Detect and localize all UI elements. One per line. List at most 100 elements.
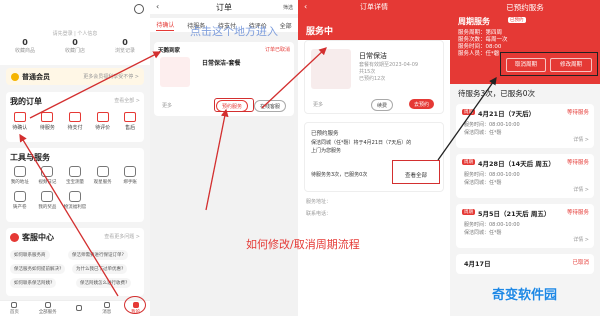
more-link[interactable]: 更多 (313, 101, 323, 108)
book-button[interactable]: 去预约 (409, 99, 435, 109)
member-benefits-link[interactable]: 更多会员福利享受不停 > (83, 73, 139, 80)
truck-icon (68, 191, 81, 202)
more-link[interactable]: 更多 (162, 102, 172, 109)
my-orders-title: 我的订单 (10, 97, 42, 106)
nav-center[interactable] (76, 305, 83, 312)
service-status: 服务中 (306, 27, 334, 37)
stat-favorite-stores[interactable]: 0 收藏门店 (65, 38, 85, 54)
view-all-orders-link[interactable]: 查看全部 > (114, 97, 140, 104)
cancelled-slot[interactable]: 4月17日 已取消 (456, 254, 594, 274)
filter-button[interactable]: 筛选 (283, 4, 293, 11)
tab-all[interactable]: 全部 (280, 21, 292, 30)
order-status: 订单已取消 (264, 47, 290, 53)
star-icon (96, 166, 109, 177)
home-icon (11, 302, 18, 308)
product-thumbnail (311, 49, 351, 89)
booked-badge: 已预约 (508, 17, 526, 23)
stat-history[interactable]: 0 浏览记录 (115, 38, 135, 54)
tool-address[interactable]: 我的地址 (6, 166, 34, 185)
faq-item[interactable]: 保洁服务如何提前解决? (10, 264, 66, 274)
tutorial-caption: 如何修改/取消周期流程 (246, 238, 360, 251)
review-icon (96, 112, 109, 122)
tools-title: 工具与服务 (10, 153, 50, 162)
more-questions-link[interactable]: 查看更多问题 > (104, 233, 140, 240)
faq-item[interactable]: 保洁师需要进行保证订单? (68, 250, 128, 260)
period-info: 服务人员：任*磬 (458, 51, 500, 57)
online-service-button[interactable]: 在线客服 (254, 100, 287, 112)
nav-all-services[interactable]: 全部服务 (39, 302, 57, 315)
profile-stats: 0 收藏商品 0 收藏门店 0 浏览记录 (0, 38, 150, 54)
faq-item[interactable]: 如何联系服务商 (10, 250, 50, 260)
annotation-box-period-actions (500, 52, 598, 76)
product-thumbnail (160, 57, 190, 87)
location-icon (13, 166, 26, 177)
after-sales-icon (124, 112, 137, 122)
booked-title: 已预约服务 (311, 131, 339, 137)
message-icon (103, 302, 110, 308)
total-times: 共15次 (359, 69, 376, 75)
member-title: 普通会员 (22, 72, 50, 81)
nav-messages[interactable]: 消息 (102, 302, 111, 315)
order-pending-payment[interactable]: 待支付 (64, 112, 86, 131)
order-detail-title: 订单详情 (360, 3, 388, 11)
order-pending-service[interactable]: 待服务 (36, 112, 58, 131)
overlay-hint: 点击这个地方进入 (190, 25, 278, 38)
tool-star-service[interactable]: 观星服务 (89, 166, 117, 185)
faq-item[interactable]: 保洁阿姨怎么进行收费? (76, 278, 132, 288)
faq-item[interactable]: 如何联系保洁阿姨? (10, 278, 57, 288)
order-pending-review[interactable]: 待评价 (92, 112, 114, 131)
wallet-icon (13, 112, 26, 122)
book-icon (124, 166, 137, 177)
baby-icon (68, 166, 81, 177)
member-coin-icon (11, 72, 19, 81)
booked-slot[interactable]: 周期 5月5日（21天后 周五） 等待服务 服务时间：08:00-10:00 保… (456, 204, 594, 248)
tool-video-diary[interactable]: 视频日记 (34, 166, 62, 185)
card-icon (68, 112, 81, 122)
tool-prizes[interactable]: 我的奖品 (34, 191, 62, 210)
order-after-sales[interactable]: 售后 (119, 112, 141, 131)
tool-baby-measure[interactable]: 宝宝测量 (61, 166, 89, 185)
profile-header: 请先登录 | 个人信息 0 收藏商品 0 收藏门店 0 浏览记录 (0, 0, 150, 65)
plus-icon (76, 305, 83, 311)
back-arrow-icon[interactable]: ‹ (156, 2, 159, 11)
bell-icon[interactable] (134, 4, 144, 14)
booked-line2: 上门为您服务 (311, 148, 342, 154)
orders-header: ‹ 订单 筛选 (150, 0, 298, 14)
stat-favorite-goods[interactable]: 0 收藏商品 (15, 38, 35, 54)
product-name: 日常保洁 (359, 52, 387, 60)
tool-logistics[interactable]: 物流福利官 (61, 191, 89, 210)
product-name: 日常保洁-套餐 (202, 60, 241, 67)
faq-item[interactable]: 为什么我已下过单优惠? (72, 264, 128, 274)
service-center-section: 客服中心 查看更多问题 > 如何联系服务商 保洁师需要进行保证订单? 保洁服务如… (6, 228, 144, 296)
nav-home[interactable]: 首页 (10, 302, 19, 315)
order-pending-confirm[interactable]: 待确认 (9, 112, 31, 131)
tool-journal[interactable]: 绑手账 (116, 166, 144, 185)
annotation-circle-mine (124, 296, 146, 314)
renew-button[interactable]: 续费 (371, 99, 394, 111)
bag-icon (41, 112, 54, 122)
booked-slot[interactable]: 周期 4月28日（14天后 周五） 等待服务 服务时间：08:00-10:00 … (456, 154, 594, 198)
tools-section: 工具与服务 我的地址 视频日记 宝宝测量 观星服务 绑手账 铸产卷 我的奖品 物… (6, 148, 144, 222)
booked-services-screen: 已预约服务 周期服务 已预约 服务周期：第四周 服务次数：每周一次 服务时间：0… (450, 0, 600, 316)
validity: 套餐有效期至2023-04-09 (359, 62, 419, 68)
booked-services-title: 已预约服务 (506, 3, 544, 12)
order-detail-screen: ‹ 订单详情 服务中 日常保洁 套餐有效期至2023-04-09 共15次 已预… (298, 0, 450, 316)
orders-title: 订单 (216, 3, 232, 12)
annotation-box-book (214, 98, 254, 112)
booked-times: 已预约12次 (359, 76, 386, 82)
service-status-hero: 服务中 (298, 14, 450, 40)
headset-icon (10, 233, 19, 242)
my-profile-screen: 请先登录 | 个人信息 0 收藏商品 0 收藏门店 0 浏览记录 普通会员 更多会员福… (0, 0, 150, 316)
tab-pending-confirm[interactable]: 待确认 (156, 20, 175, 31)
grid-icon (44, 302, 51, 308)
site-watermark: 奇变软件园 (492, 288, 558, 303)
period-service-title: 周期服务 (458, 17, 490, 26)
annotation-box-view-all (392, 160, 440, 184)
back-arrow-icon[interactable]: ‹ (304, 2, 307, 11)
gift-icon (41, 191, 54, 202)
tool-coupon[interactable]: 铸产卷 (6, 191, 34, 210)
member-banner[interactable]: 普通会员 更多会员福利享受不停 > (6, 68, 144, 85)
ticket-icon (13, 191, 26, 202)
booked-slot[interactable]: 周期 4月21日（7天后） 等待服务 服务时间：08:00-10:00 保洁同城… (456, 104, 594, 148)
login-prompt[interactable]: 请先登录 | 个人信息 (0, 30, 150, 37)
